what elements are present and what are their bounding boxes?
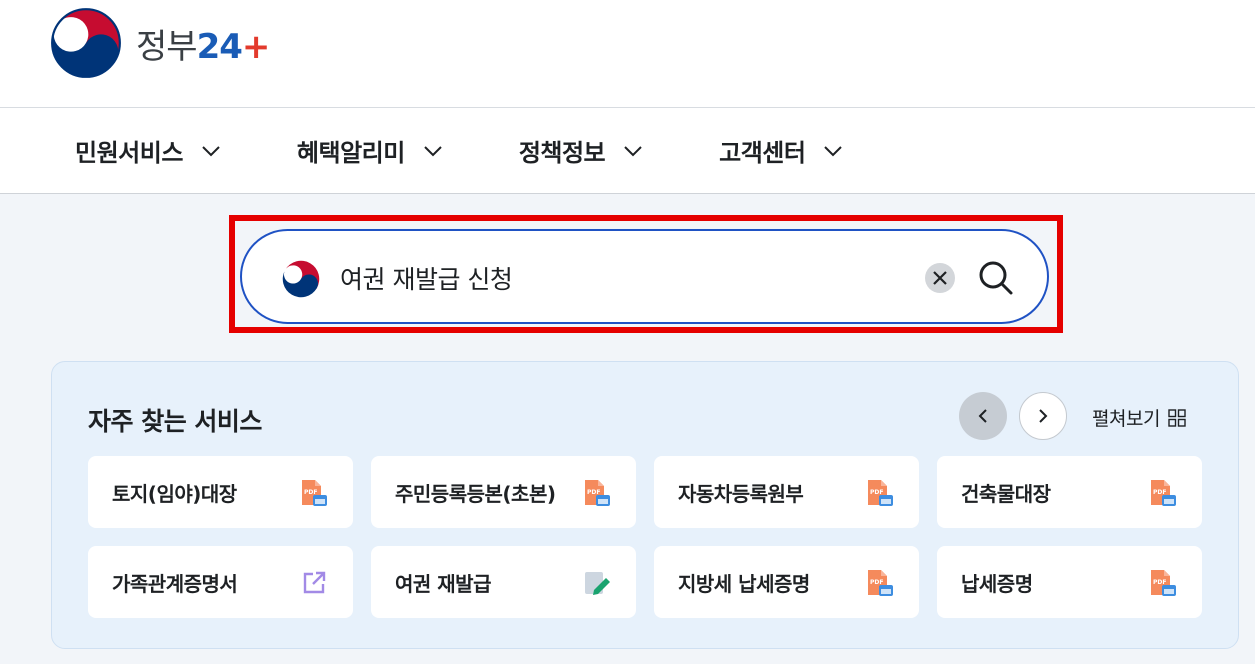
view-all-button[interactable]: 펼쳐보기 [1092,404,1186,431]
site-header: 정부24+ [0,0,1255,108]
next-button[interactable] [1019,392,1067,440]
pdf-icon: PDF [302,480,327,506]
grid-icon [1168,408,1186,427]
pdf-icon: PDF [1151,570,1176,596]
service-card-label: 토지(임야)대장 [112,481,237,506]
nav-item-label: 혜택알리미 [296,139,405,167]
svg-text:PDF: PDF [304,489,317,496]
pdf-icon: PDF [868,480,893,506]
search-icon [979,261,1013,295]
svg-text:PDF: PDF [587,489,600,496]
nav-item-label: 정책정보 [518,139,606,167]
search-button[interactable] [976,258,1016,298]
frequent-services-panel: 자주 찾는 서비스 펼쳐보기 토지(임야)대장 PDF 주민등록등본(초본) P… [51,361,1239,649]
pdf-icon: PDF [585,480,610,506]
chevron-right-icon [1039,409,1048,423]
service-card-label: 납세증명 [961,571,1033,596]
nav-item-benefits[interactable]: 혜택알리미 [297,133,443,168]
logo-text: 정부24+ [136,26,270,67]
view-all-label: 펼쳐보기 [1092,408,1160,430]
nav-item-label: 민원서비스 [75,139,183,167]
chevron-down-icon [624,145,642,156]
service-card[interactable]: 토지(임야)대장 PDF [88,456,353,528]
nav-item-label: 고객센터 [719,139,806,167]
pdf-icon: PDF [868,570,893,596]
service-card-label: 주민등록등본(초본) [395,481,556,506]
search-input[interactable] [340,258,900,298]
prev-button[interactable] [959,392,1007,440]
nav-item-customer-center[interactable]: 고객센터 [719,133,843,168]
clear-search-button[interactable] [925,263,955,293]
svg-text:PDF: PDF [1153,489,1166,496]
svg-text:PDF: PDF [870,489,883,496]
external-link-icon [303,571,326,594]
service-card[interactable]: 자동차등록원부 PDF [654,456,919,528]
edit-doc-icon [585,572,610,595]
chevron-down-icon [824,145,843,156]
svg-text:PDF: PDF [1153,579,1166,586]
service-card[interactable]: 건축물대장 PDF [937,456,1202,528]
main-navigation: 민원서비스 혜택알리미 정책정보 고객센터 [0,108,1255,194]
close-icon [933,271,947,285]
service-card[interactable]: 가족관계증명서 [88,546,353,618]
taegeuk-emblem-icon [282,260,320,298]
service-card-label: 가족관계증명서 [112,571,238,596]
chevron-down-icon [424,145,442,156]
section-title: 자주 찾는 서비스 [88,407,262,436]
nav-item-civil-service[interactable]: 민원서비스 [75,133,221,168]
logo[interactable]: 정부24+ [50,7,270,79]
service-card[interactable]: 주민등록등본(초본) PDF [371,456,636,528]
service-card[interactable]: 여권 재발급 [371,546,636,618]
pdf-icon: PDF [1151,480,1176,506]
service-card-label: 자동차등록원부 [678,481,804,506]
service-card[interactable]: 지방세 납세증명 PDF [654,546,919,618]
service-card[interactable]: 납세증명 PDF [937,546,1202,618]
service-card-label: 건축물대장 [961,481,1051,506]
service-card-label: 여권 재발급 [395,571,491,596]
taegeuk-emblem-icon [51,8,121,78]
chevron-down-icon [202,145,220,156]
svg-text:PDF: PDF [870,579,883,586]
nav-item-policy[interactable]: 정책정보 [519,133,643,168]
service-card-label: 지방세 납세증명 [678,571,810,596]
search-bar [240,229,1049,324]
chevron-left-icon [978,409,987,423]
